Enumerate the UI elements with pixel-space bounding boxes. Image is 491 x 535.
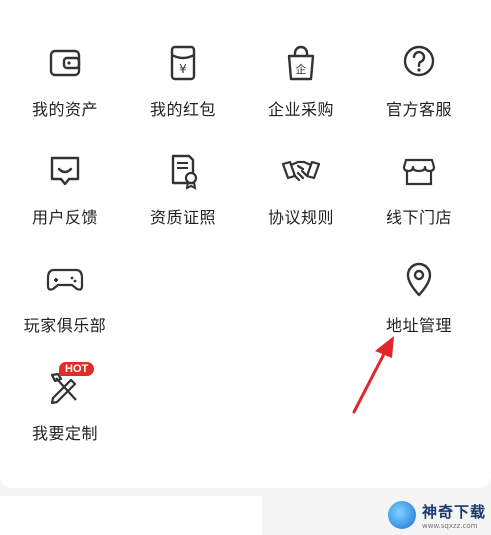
menu-item-address-management[interactable]: 地址管理	[364, 258, 474, 336]
menu-item-label: 我要定制	[31, 424, 98, 443]
certificate-icon	[171, 154, 198, 190]
help-question-icon	[403, 45, 435, 77]
menu-item-label: 资质证照	[149, 208, 216, 227]
menu-item-offline-stores[interactable]: 线下门店	[364, 150, 474, 228]
bottom-panel	[0, 496, 262, 535]
menu-item-my-red-packets[interactable]: ¥ 我的红包	[128, 42, 238, 120]
menu-item-label: 玩家俱乐部	[23, 316, 107, 335]
svg-text:企: 企	[296, 62, 307, 76]
menu-item-label: 企业采购	[267, 100, 334, 119]
watermark-logo-icon	[388, 501, 416, 529]
svg-text:¥: ¥	[179, 62, 187, 76]
menu-item-label: 线下门店	[385, 208, 452, 227]
location-pin-icon	[406, 262, 432, 297]
shopping-bag-icon: 企	[287, 45, 315, 81]
watermark-title: 神奇下载	[422, 502, 487, 521]
menu-item-label: 我的资产	[31, 100, 98, 119]
store-icon	[402, 158, 436, 186]
menu-item-player-club[interactable]: 玩家俱乐部	[10, 258, 120, 336]
menu-item-enterprise-purchase[interactable]: 企 企业采购	[246, 42, 356, 120]
menu-item-label: 协议规则	[267, 208, 334, 227]
watermark-url: www.sqxzz.com	[422, 521, 478, 530]
menu-item-customize[interactable]: 我要定制	[10, 366, 120, 444]
menu-item-label: 官方客服	[385, 100, 452, 119]
menu-item-label: 我的红包	[149, 100, 216, 119]
feedback-chat-icon	[50, 156, 80, 186]
gamepad-icon	[46, 268, 84, 291]
menu-item-qualifications[interactable]: 资质证照	[128, 150, 238, 228]
menu-item-agreements[interactable]: 协议规则	[246, 150, 356, 228]
handshake-icon	[281, 160, 321, 182]
menu-item-user-feedback[interactable]: 用户反馈	[10, 150, 120, 228]
menu-item-official-support[interactable]: 官方客服	[364, 42, 474, 120]
hot-badge: HOT	[59, 362, 95, 376]
red-packet-icon: ¥	[170, 45, 196, 81]
menu-item-label: 地址管理	[385, 316, 452, 335]
site-watermark: 神奇下载 www.sqxzz.com	[388, 495, 491, 535]
menu-item-label: 用户反馈	[31, 208, 98, 227]
menu-item-my-assets[interactable]: 我的资产	[10, 42, 120, 120]
wallet-icon	[49, 49, 81, 77]
